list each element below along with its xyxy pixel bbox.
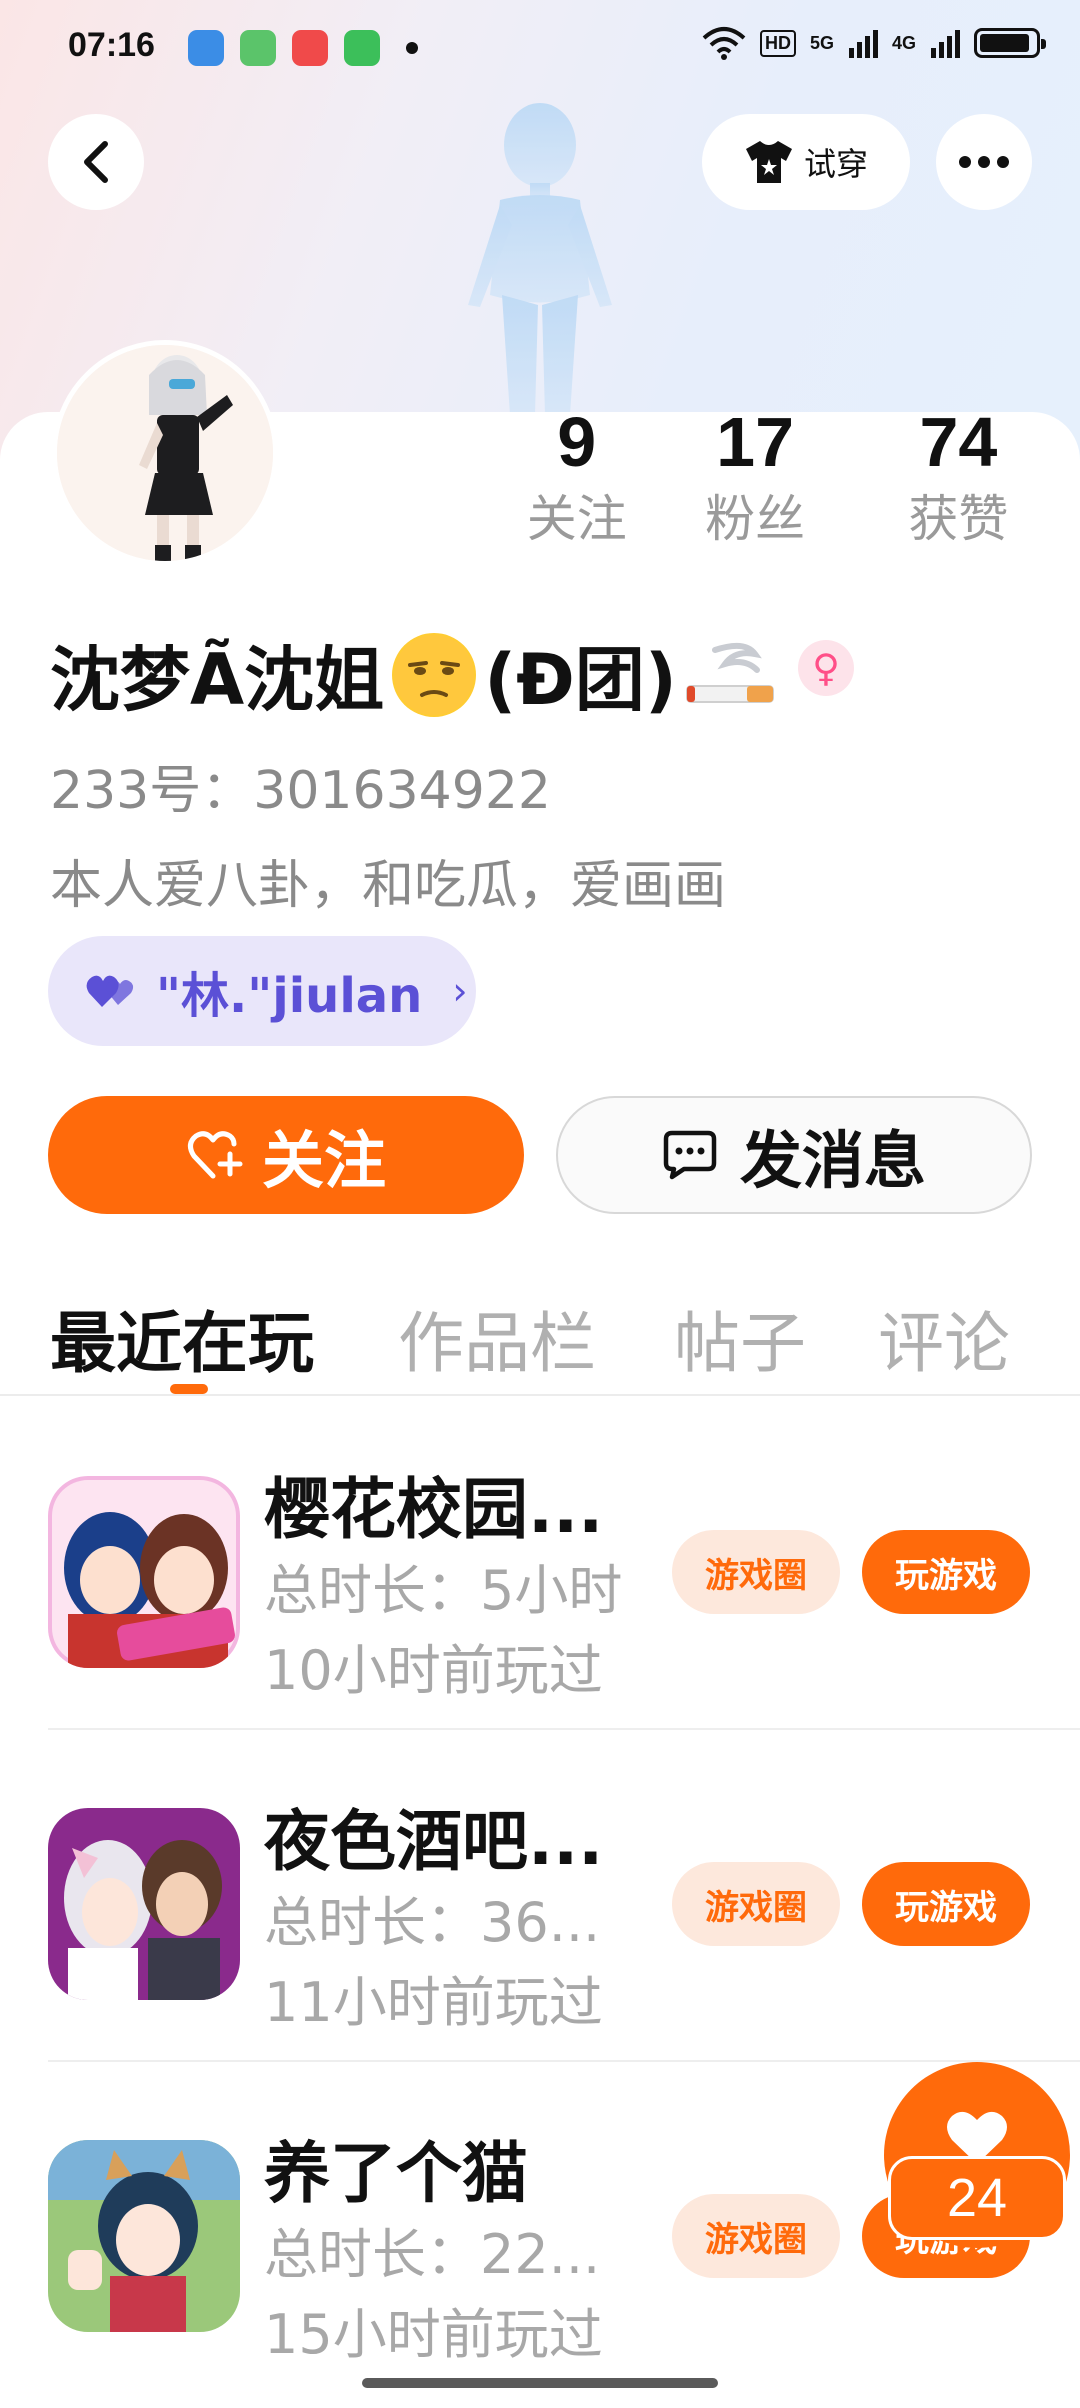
- follow-label: 关注: [261, 1124, 386, 1197]
- relationship-chip[interactable]: "林."jiulan ›: [48, 936, 476, 1046]
- double-heart-icon: [86, 975, 134, 1007]
- send-message-button[interactable]: 发消息: [556, 1096, 1032, 1214]
- try-on-label: 试穿: [803, 145, 868, 183]
- cigarette-emoji-icon: [685, 642, 774, 703]
- game-list-item[interactable]: 夜色酒吧... 总时长：36... 11小时前玩过 游戏圈 玩游戏: [0, 1732, 1080, 2062]
- game-last-played: 15小时前玩过: [264, 2303, 603, 2366]
- following-label: 关注: [526, 490, 627, 548]
- game-icon-cat[interactable]: [48, 2140, 240, 2332]
- cat-game-icon: [48, 2140, 240, 2332]
- nickname-part-a: 沈梦Ã沈姐: [50, 639, 385, 721]
- wifi-icon: [702, 27, 746, 60]
- active-tab-indicator: [170, 1384, 208, 1394]
- tab-posts[interactable]: 帖子: [674, 1290, 806, 1386]
- unamused-face-emoji-icon: [392, 632, 477, 717]
- signal-5g-icon: [848, 30, 878, 58]
- play-game-button[interactable]: 玩游戏: [862, 1530, 1030, 1614]
- likes-label: 获赞: [908, 490, 1009, 548]
- network-5g-label: 5G: [809, 32, 834, 53]
- profile-tabs: 最近在玩 作品栏 帖子 评论: [50, 1290, 1050, 1382]
- row-divider: [48, 1728, 1080, 1730]
- weather-app-icon: [188, 30, 224, 66]
- battery-icon: [974, 28, 1046, 58]
- game-circle-button[interactable]: 游戏圈: [672, 2194, 840, 2278]
- follow-button[interactable]: 关注: [48, 1096, 524, 1214]
- following-count: 9: [557, 403, 597, 481]
- avatar-character-image: [57, 345, 273, 561]
- game-list-item[interactable]: 樱花校园... 总时长：5小时 10小时前玩过 游戏圈 玩游戏: [0, 1400, 1080, 1730]
- game-last-played: 11小时前玩过: [264, 1971, 603, 2034]
- store-app-icon: [344, 30, 380, 66]
- hd-voice-badge: HD: [759, 29, 796, 57]
- chevron-left-icon: [84, 141, 108, 183]
- female-gender-icon: ♀: [798, 640, 854, 696]
- game-title: 樱花校园...: [264, 1471, 604, 1548]
- back-button[interactable]: [48, 114, 144, 210]
- more-dot-icon: [978, 156, 990, 168]
- chevron-right-icon: ›: [452, 969, 468, 1013]
- like-count-badge: 24: [888, 2156, 1066, 2240]
- night-bar-game-icon: [48, 1808, 240, 2000]
- more-dot-icon: [959, 156, 971, 168]
- tshirt-icon: [745, 141, 792, 183]
- game-total-duration: 总时长：22...: [264, 2223, 601, 2286]
- game-circle-button[interactable]: 游戏圈: [672, 1862, 840, 1946]
- game-title: 养了个猫: [264, 2135, 528, 2212]
- send-message-label: 发消息: [739, 1124, 926, 1197]
- tab-recently-played[interactable]: 最近在玩: [50, 1290, 314, 1386]
- status-bar: 07:16 HD 5G 4G: [0, 0, 1080, 96]
- followers-count: 17: [716, 403, 795, 481]
- relationship-name: "林."jiulan: [156, 968, 423, 1024]
- nickname-part-b: (Đ团): [484, 639, 677, 721]
- heart-plus-icon: [187, 1131, 243, 1179]
- chat-bubble-icon: [663, 1130, 717, 1180]
- profile-stats: 9 关注 17 粉丝 74 获赞: [480, 400, 1060, 554]
- user-avatar[interactable]: [52, 340, 278, 566]
- user-bio: 本人爱八卦，和吃瓜，爱画画: [50, 856, 727, 916]
- notification-dot-icon: [406, 42, 418, 54]
- 3d-avatar-model: [468, 103, 612, 415]
- game-title: 夜色酒吧...: [264, 1803, 604, 1880]
- sakura-school-game-icon: [48, 1476, 240, 1668]
- game-last-played: 10小时前玩过: [264, 1639, 603, 1702]
- home-gesture-bar[interactable]: [362, 2378, 718, 2388]
- music-app-icon: [292, 30, 328, 66]
- more-options-button[interactable]: [936, 114, 1032, 210]
- play-game-button[interactable]: 玩游戏: [862, 1862, 1030, 1946]
- tab-works[interactable]: 作品栏: [398, 1290, 596, 1386]
- followers-label: 粉丝: [705, 490, 806, 548]
- row-divider: [48, 2060, 1080, 2062]
- tabs-divider: [0, 1394, 1080, 1396]
- stat-following[interactable]: 9 关注: [500, 400, 653, 554]
- game-total-duration: 总时长：5小时: [264, 1559, 623, 1622]
- network-4g-label: 4G: [891, 32, 916, 53]
- battery-level: [980, 34, 1029, 52]
- game-total-duration: 总时长：36...: [264, 1891, 601, 1954]
- stat-likes[interactable]: 74 获赞: [857, 400, 1060, 554]
- try-on-button[interactable]: 试穿: [702, 114, 910, 210]
- more-dot-icon: [997, 156, 1009, 168]
- status-time: 07:16: [68, 26, 155, 64]
- tab-comments[interactable]: 评论: [878, 1290, 1010, 1386]
- game-icon-sakura-school[interactable]: [48, 1476, 240, 1668]
- game-circle-button[interactable]: 游戏圈: [672, 1530, 840, 1614]
- game-icon-night-bar[interactable]: [48, 1808, 240, 2000]
- likes-count: 74: [919, 403, 998, 481]
- user-nickname: 沈梦Ã沈姐 (Đ团): [50, 624, 775, 725]
- stat-followers[interactable]: 17 粉丝: [653, 400, 856, 554]
- user-id: 233号：301634922: [50, 761, 552, 821]
- signal-4g-icon: [931, 30, 960, 58]
- game-app-icon: [240, 30, 276, 66]
